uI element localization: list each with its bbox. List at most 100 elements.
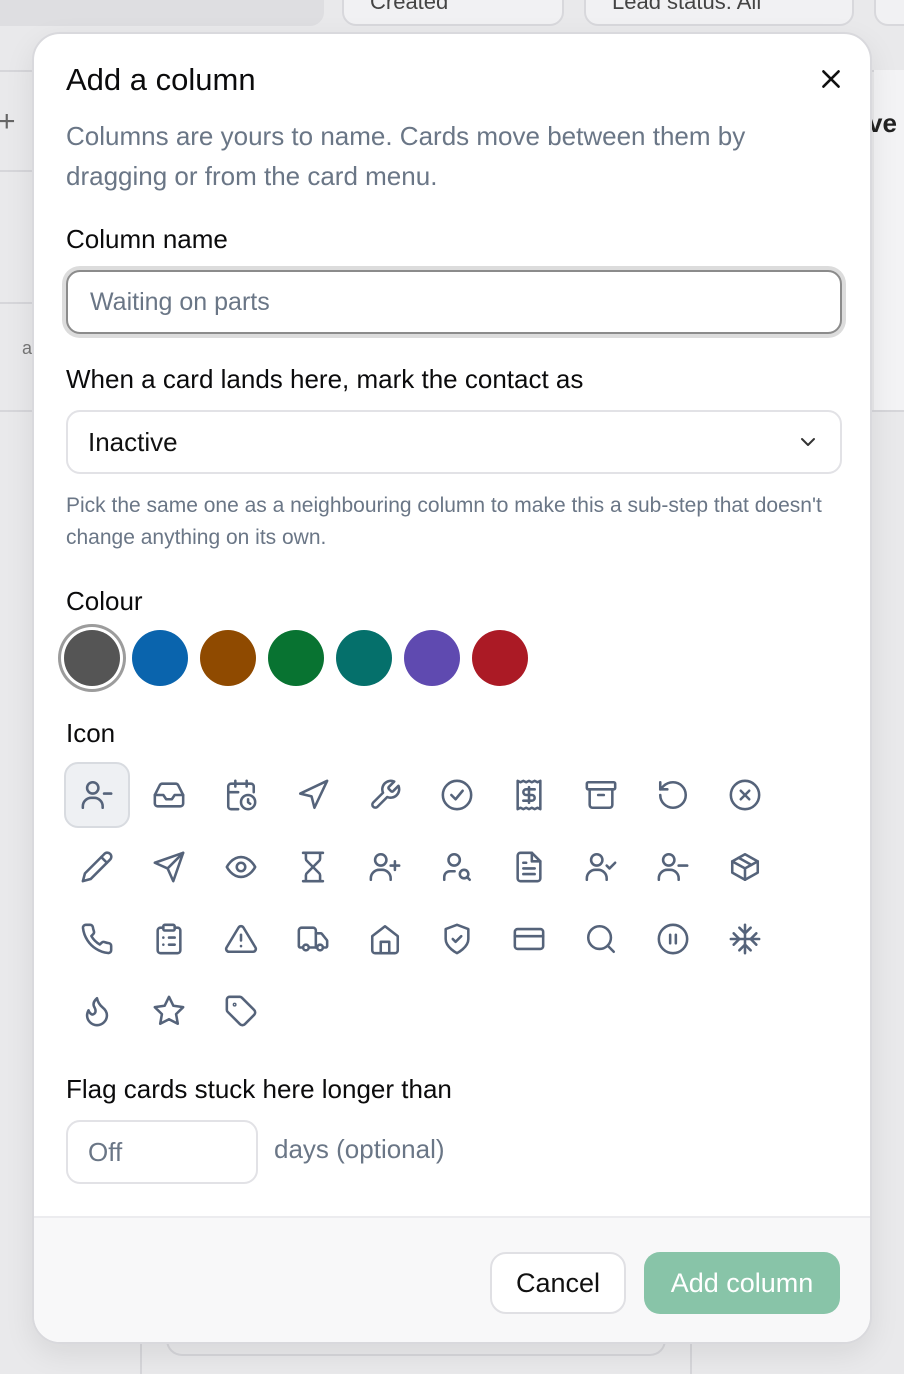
lead-status-filter: Lead status: All: [584, 0, 854, 26]
icon-option[interactable]: [64, 834, 130, 900]
background-text: a: [22, 338, 33, 358]
user-minus-icon: [81, 780, 113, 810]
icon-option[interactable]: [352, 762, 418, 828]
inbox-icon: [153, 782, 185, 808]
icon-option[interactable]: [352, 906, 418, 972]
user-search-icon: [442, 852, 472, 882]
column-name-input[interactable]: [66, 270, 842, 334]
icon-option[interactable]: [568, 762, 634, 828]
hourglass-icon: [301, 851, 325, 883]
icon-option[interactable]: [136, 906, 202, 972]
icon-option[interactable]: [280, 834, 346, 900]
icon-label: Icon: [66, 718, 116, 748]
close-button[interactable]: [814, 62, 848, 96]
icon-option[interactable]: [640, 834, 706, 900]
colour-swatch[interactable]: [336, 630, 392, 686]
icon-option[interactable]: [64, 906, 130, 972]
dialog-title: Add a column: [66, 62, 256, 97]
circle-check-icon: [441, 779, 473, 811]
pencil-icon: [81, 851, 113, 883]
stuck-days-input[interactable]: [66, 1120, 258, 1184]
colour-swatch[interactable]: [404, 630, 460, 686]
status-select-value: Inactive: [88, 426, 178, 457]
icon-option[interactable]: [712, 834, 778, 900]
star-icon: [153, 995, 185, 1026]
icon-option[interactable]: [208, 762, 274, 828]
eye-icon: [225, 855, 257, 879]
icon-option[interactable]: [712, 762, 778, 828]
lead-status-filter-label: Lead status: All: [612, 0, 762, 14]
wrench-icon: [371, 779, 401, 809]
icon-option[interactable]: [208, 834, 274, 900]
icon-picker: [64, 762, 784, 1050]
column-name-label: Column name: [66, 224, 228, 254]
status-label: When a card lands here, mark the contact…: [66, 364, 584, 394]
add-column-icon: +: [0, 105, 16, 138]
colour-label: Colour: [66, 586, 143, 616]
colour-swatch[interactable]: [472, 630, 528, 686]
close-icon: [822, 70, 840, 88]
icon-option[interactable]: [640, 906, 706, 972]
alert-triangle-icon: [224, 924, 258, 954]
created-filter-label: Created: [370, 0, 449, 14]
filter-pill: [874, 0, 904, 26]
user-plus-icon: [369, 852, 401, 882]
rotate-ccw-icon: [658, 780, 688, 810]
icon-option[interactable]: [280, 762, 346, 828]
icon-option[interactable]: [64, 978, 130, 1044]
archive-icon: [585, 780, 617, 810]
colour-swatches: [64, 630, 528, 686]
icon-option[interactable]: [424, 906, 490, 972]
circle-x-icon: [729, 779, 761, 811]
user-minus-alt-icon: [657, 852, 689, 882]
dialog-footer: Cancel Add column: [34, 1216, 870, 1342]
status-select[interactable]: Inactive: [66, 410, 842, 474]
colour-swatch[interactable]: [200, 630, 256, 686]
icon-option[interactable]: [496, 762, 562, 828]
dialog-description: Columns are yours to name. Cards move be…: [66, 121, 746, 191]
icon-option[interactable]: [208, 906, 274, 972]
icon-option[interactable]: [136, 834, 202, 900]
icon-option[interactable]: [712, 906, 778, 972]
icon-option[interactable]: [352, 834, 418, 900]
shield-check-icon: [444, 923, 470, 955]
circle-pause-icon: [657, 923, 689, 955]
icon-option[interactable]: [568, 834, 634, 900]
filter-pill: [0, 0, 324, 26]
flame-icon: [85, 996, 109, 1027]
credit-card-icon: [513, 927, 545, 951]
status-hint: Pick the same one as a neighbouring colu…: [66, 494, 822, 549]
created-filter: Created: [342, 0, 564, 26]
send-icon: [153, 851, 185, 883]
file-text-icon: [516, 851, 542, 883]
search-icon: [586, 924, 616, 954]
snowflake-icon: [729, 923, 761, 955]
cancel-button[interactable]: Cancel: [490, 1252, 626, 1314]
navigation-icon: [298, 779, 329, 810]
add-column-dialog: Add a column Columns are yours to name. …: [32, 32, 872, 1344]
calendar-clock-icon: [226, 779, 257, 811]
icon-option[interactable]: [64, 762, 130, 828]
user-check-icon: [585, 852, 617, 882]
package-icon: [730, 852, 760, 882]
truck-icon: [297, 926, 329, 952]
icon-option[interactable]: [568, 906, 634, 972]
icon-option[interactable]: [208, 978, 274, 1044]
colour-swatch[interactable]: [64, 630, 120, 686]
colour-swatch[interactable]: [268, 630, 324, 686]
add-column-button[interactable]: Add column: [644, 1252, 840, 1314]
icon-option[interactable]: [496, 834, 562, 900]
icon-option[interactable]: [496, 906, 562, 972]
icon-option[interactable]: [424, 762, 490, 828]
clipboard-list-icon: [156, 923, 182, 955]
colour-swatch[interactable]: [132, 630, 188, 686]
chevron-down-icon: [801, 438, 815, 446]
icon-option[interactable]: [424, 834, 490, 900]
receipt-dollar-icon: [516, 779, 542, 811]
icon-option[interactable]: [136, 762, 202, 828]
icon-option[interactable]: [280, 906, 346, 972]
icon-option[interactable]: [136, 978, 202, 1044]
stuck-label: Flag cards stuck here longer than: [66, 1074, 452, 1104]
stuck-days-suffix: days (optional): [274, 1134, 445, 1164]
icon-option[interactable]: [640, 762, 706, 828]
